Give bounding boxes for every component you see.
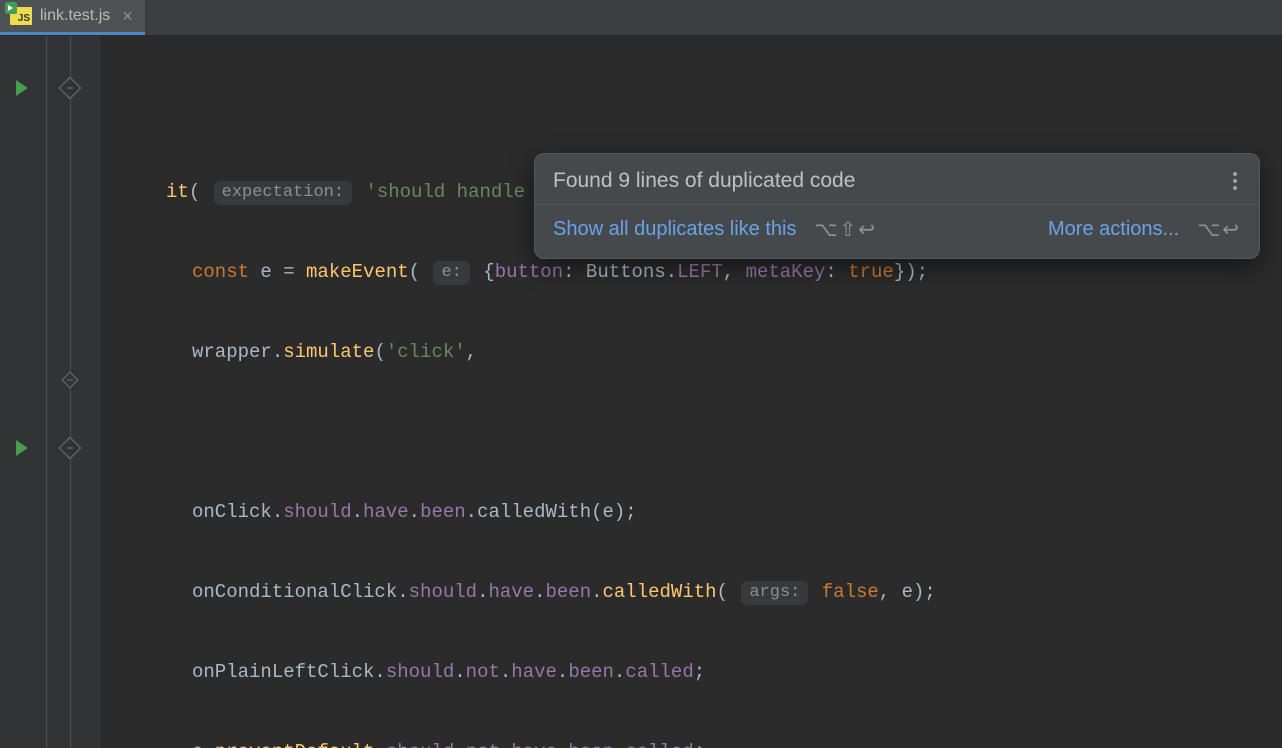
code-editor[interactable]: it( expectation: 'should handle cmd+clic… [100,36,1282,748]
editor-tab[interactable]: JS link.test.js × [0,0,145,35]
editor-area: it( expectation: 'should handle cmd+clic… [0,36,1282,748]
run-test-icon[interactable] [14,79,30,97]
code-line[interactable]: wrapper.simulate('click', [108,334,1282,370]
test-badge-icon [5,2,17,14]
close-tab-icon[interactable]: × [118,7,135,25]
fold-icon[interactable] [59,437,82,460]
inspection-popup: Found 9 lines of duplicated code Show al… [534,153,1260,259]
popup-title: Found 9 lines of duplicated code [553,169,855,193]
file-ext-label: JS [18,13,30,24]
param-hint: args: [741,581,808,605]
param-hint: expectation: [214,181,352,205]
editor-tab-bar: JS link.test.js × [0,0,1282,36]
param-hint: e: [433,261,469,285]
code-line[interactable]: onPlainLeftClick.should.not.have.been.ca… [108,654,1282,690]
shortcut-label: ⌥⇧↩ [814,217,877,242]
js-file-icon: JS [10,7,32,25]
gutter [0,36,100,748]
code-line[interactable]: const e = makeEvent( e: {button: Buttons… [108,254,1282,290]
shortcut-label: ⌥↩ [1197,217,1241,242]
tab-filename: link.test.js [40,7,110,25]
blank-line [108,414,1282,450]
code-line[interactable]: e.preventDefault.should.not.have.been.ca… [108,734,1282,748]
show-all-duplicates-link[interactable]: Show all duplicates like this [553,218,796,241]
run-test-icon[interactable] [14,439,30,457]
fold-icon[interactable] [59,77,82,100]
more-actions-link[interactable]: More actions... [1048,218,1179,241]
more-options-icon[interactable] [1229,168,1241,194]
code-line[interactable]: onClick.should.have.been.calledWith(e); [108,494,1282,530]
fold-end-icon[interactable] [62,372,79,389]
code-line[interactable]: onConditionalClick.should.have.been.call… [108,574,1282,610]
